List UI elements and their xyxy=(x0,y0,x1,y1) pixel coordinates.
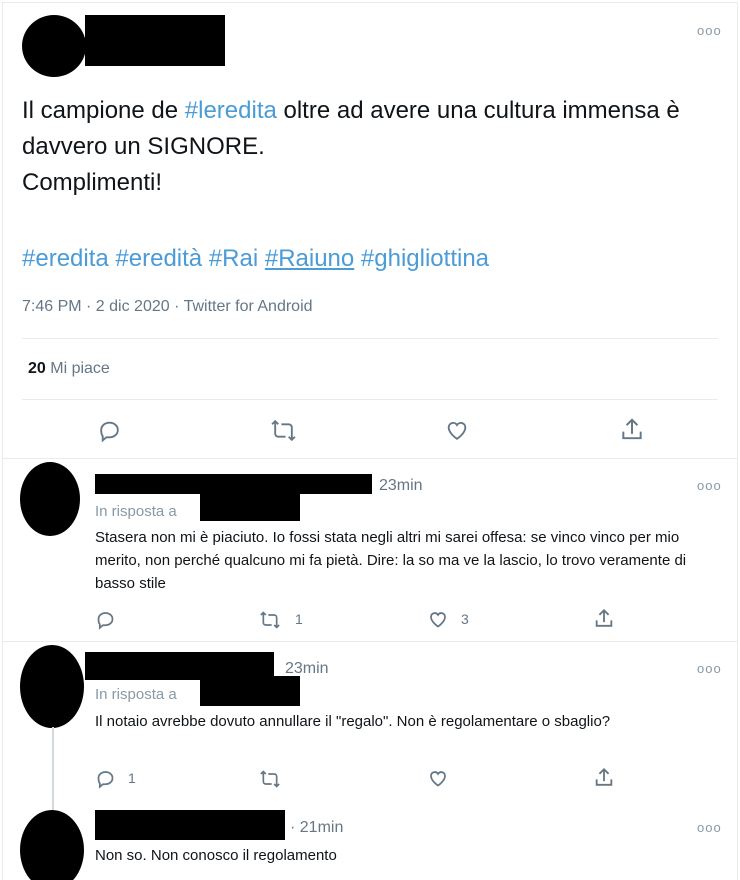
hashtag-link[interactable]: #eredità xyxy=(115,245,202,272)
reply-to-handle-redacted xyxy=(200,494,300,521)
share-icon[interactable] xyxy=(619,416,645,443)
likes-label: Mi piace xyxy=(50,360,110,377)
reply-count: 1 xyxy=(128,770,136,786)
reply-icon[interactable] xyxy=(97,418,122,443)
reply-to-handle-redacted xyxy=(200,676,300,706)
retweet-icon[interactable] xyxy=(270,418,297,443)
likes-summary[interactable]: 20 Mi piace xyxy=(28,360,110,378)
author-avatar[interactable] xyxy=(22,15,86,77)
reply-icon[interactable] xyxy=(95,609,116,630)
reply-timestamp[interactable]: 23min xyxy=(379,477,423,495)
reply-text: Il notaio avrebbe dovuto annullare il "r… xyxy=(95,713,611,730)
reply-icon[interactable] xyxy=(95,768,116,789)
retweet-count: 1 xyxy=(295,611,303,627)
more-options-icon[interactable]: ooo xyxy=(697,662,722,675)
divider xyxy=(22,399,718,400)
heart-icon[interactable] xyxy=(444,418,470,443)
thread-connector xyxy=(52,727,54,812)
reply-avatar[interactable] xyxy=(20,810,84,880)
hashtag-link[interactable]: #leredita xyxy=(185,97,277,124)
reply-avatar[interactable] xyxy=(20,462,80,536)
hashtag-link[interactable]: #Raiuno xyxy=(265,245,354,272)
more-options-icon[interactable]: ooo xyxy=(697,821,722,834)
retweet-icon[interactable] xyxy=(258,610,282,630)
heart-icon[interactable] xyxy=(427,609,449,630)
reply-author-redacted xyxy=(95,474,372,494)
author-name-redacted xyxy=(85,15,225,66)
like-count: 3 xyxy=(461,611,469,627)
hashtag-row: #eredita #eredità #Rai #Raiuno #ghigliot… xyxy=(22,241,489,277)
more-options-icon[interactable]: ooo xyxy=(697,24,722,37)
reply-text: Non so. Non conosco il regolamento xyxy=(95,847,337,864)
hashtag-link[interactable]: #Rai xyxy=(209,245,258,272)
hashtag-link[interactable]: #ghigliottina xyxy=(361,245,489,272)
tweet-text-part: Complimenti! xyxy=(22,169,163,196)
reply-text: Stasera non mi è piaciuto. Io fossi stat… xyxy=(95,529,687,592)
tweet-meta[interactable]: 7:46 PM · 2 dic 2020 · Twitter for Andro… xyxy=(22,298,313,316)
reply-author-redacted xyxy=(95,810,285,840)
tweet-text: Il campione de #leredita oltre ad avere … xyxy=(22,93,702,201)
hashtag-link[interactable]: #eredita xyxy=(22,245,109,272)
tweet-text-part: Il campione de xyxy=(22,97,185,124)
share-icon[interactable] xyxy=(593,607,615,630)
more-options-icon[interactable]: ooo xyxy=(697,479,722,492)
likes-count: 20 xyxy=(28,360,46,377)
divider xyxy=(22,338,718,339)
heart-icon[interactable] xyxy=(427,768,449,789)
in-reply-to: In risposta a xyxy=(95,503,177,520)
retweet-icon[interactable] xyxy=(258,769,282,789)
share-icon[interactable] xyxy=(593,766,615,789)
reply-timestamp[interactable]: · 21min xyxy=(290,819,343,837)
reply-avatar[interactable] xyxy=(20,645,84,728)
in-reply-to: In risposta a xyxy=(95,686,177,703)
